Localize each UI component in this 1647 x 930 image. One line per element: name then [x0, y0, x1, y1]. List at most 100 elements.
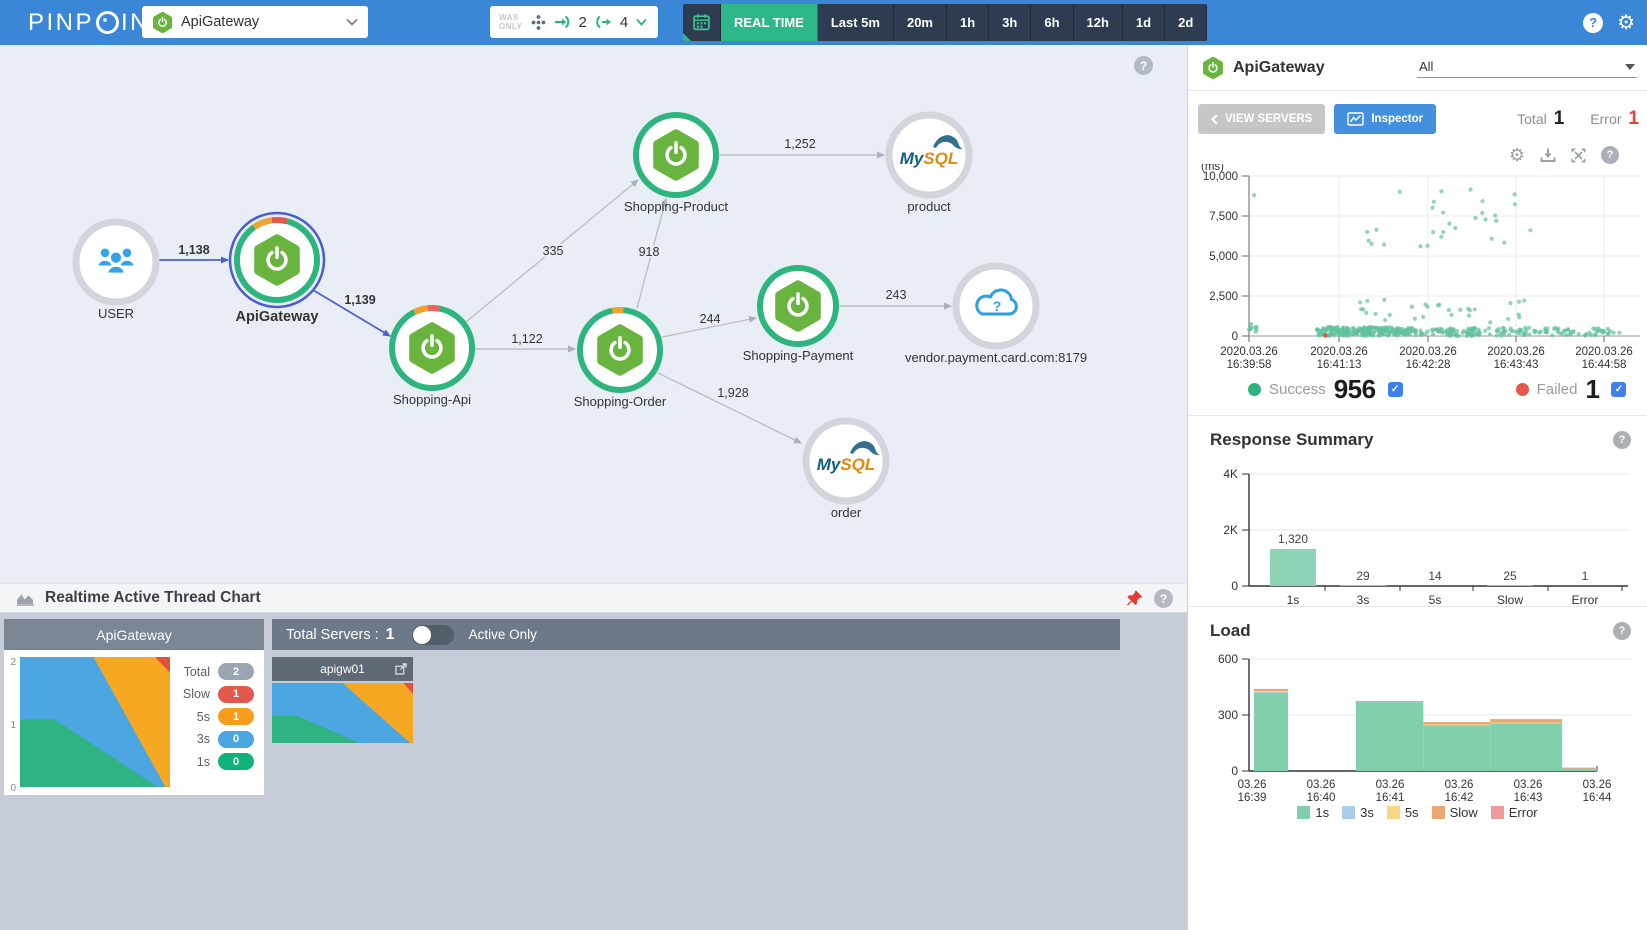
outbound-icon	[595, 14, 612, 30]
agent-filter-select[interactable]: All	[1417, 57, 1637, 78]
svg-text:14: 14	[1428, 569, 1442, 583]
svg-text:1: 1	[1582, 569, 1589, 583]
map-node-label: Shopping-Order	[574, 394, 667, 409]
failed-dot-icon	[1516, 383, 1529, 396]
load-legend-item: 5s	[1387, 805, 1419, 820]
area-chart-icon	[16, 591, 35, 606]
inspector-button[interactable]: Inspector	[1334, 104, 1436, 134]
svg-text:2020.03.26: 2020.03.26	[1220, 346, 1278, 358]
svg-text:16:39:58: 16:39:58	[1227, 359, 1272, 370]
active-only-toggle[interactable]	[412, 625, 454, 645]
map-node-order[interactable]: MySQL	[806, 421, 886, 501]
inbound-count: 2	[579, 14, 587, 31]
response-summary-chart: 4K2K01,3201s293s145s25Slow1Error	[1188, 454, 1647, 606]
svg-text:MySQL: MySQL	[900, 149, 959, 168]
servermap-help-icon[interactable]: ?	[1134, 56, 1153, 75]
svg-text:2,500: 2,500	[1209, 291, 1238, 303]
time-range-1h[interactable]: 1h	[947, 4, 989, 41]
logo-target-icon	[96, 11, 119, 34]
map-edge-label: 1,252	[784, 137, 815, 151]
legend-swatch-icon	[1432, 806, 1445, 819]
svg-text:(ms): (ms)	[1201, 164, 1224, 173]
scatter-settings-icon[interactable]: ⚙	[1509, 146, 1525, 164]
map-node-Shopping-Order[interactable]	[580, 310, 660, 390]
svg-text:16:44:58: 16:44:58	[1582, 359, 1627, 370]
was-only-filter[interactable]: WASONLY 2 4	[490, 6, 658, 38]
realtime-thread-body: ApiGateway 210 Total2Slow15s13s01s0 Tota…	[0, 613, 1187, 930]
response-scatter-chart[interactable]: 10,0007,5005,0002,5000(ms)2020.03.2616:3…	[1188, 164, 1647, 370]
svg-text:2020.03.26: 2020.03.26	[1399, 346, 1457, 358]
total-servers-label: Total Servers :	[286, 627, 379, 643]
svg-text:2K: 2K	[1223, 523, 1238, 537]
map-edge-label: 1,928	[717, 386, 748, 400]
svg-text:0: 0	[1232, 331, 1238, 343]
response-summary-help-icon[interactable]: ?	[1613, 431, 1631, 449]
thread-legend-row: 1s0	[172, 753, 254, 770]
active-thread-chart: 210	[4, 655, 172, 791]
svg-text:2020.03.26: 2020.03.26	[1310, 346, 1368, 358]
load-header: Load ?	[1188, 607, 1647, 645]
legend-swatch-icon	[1491, 806, 1504, 819]
server-map-canvas[interactable]: 1,1381,1393351,1229181,2522442431,928USE…	[0, 45, 1187, 583]
server-name: apigw01	[320, 662, 365, 676]
legend-swatch-icon	[1297, 806, 1310, 819]
svg-text:5s: 5s	[1429, 593, 1442, 606]
map-node-Shopping-Api[interactable]	[392, 308, 472, 388]
map-node-label: USER	[98, 306, 134, 321]
map-node-USER[interactable]	[76, 222, 156, 302]
svg-text:03.26: 03.26	[1376, 779, 1405, 791]
load-legend-item: Slow	[1432, 805, 1478, 820]
scatter-help-icon[interactable]: ?	[1601, 146, 1619, 164]
total-servers-bar: Total Servers : 1 Active Only	[272, 619, 1120, 650]
thread-legend-row: Slow1	[172, 686, 254, 703]
svg-text:3s: 3s	[1357, 593, 1370, 606]
gear-icon[interactable]: ⚙	[1617, 13, 1635, 33]
realtime-help-icon[interactable]: ?	[1154, 589, 1173, 608]
map-node-Shopping-Product[interactable]	[636, 115, 716, 195]
thread-chart-panel: ApiGateway 210 Total2Slow15s13s01s0	[4, 619, 264, 795]
time-range-12h[interactable]: 12h	[1074, 4, 1123, 41]
load-chart: 600300003.2616:3903.2616:4003.2616:4103.…	[1188, 645, 1647, 803]
map-node-Shopping-Payment[interactable]	[760, 268, 836, 344]
time-range-3h[interactable]: 3h	[989, 4, 1031, 41]
help-icon[interactable]: ?	[1583, 13, 1603, 33]
map-node-product[interactable]: MySQL	[889, 115, 969, 195]
map-node-ApiGateway[interactable]	[230, 213, 324, 307]
time-range-20m[interactable]: 20m	[894, 4, 947, 41]
map-edge-label: 335	[543, 244, 564, 258]
load-help-icon[interactable]: ?	[1613, 622, 1631, 640]
svg-text:03.26: 03.26	[1583, 779, 1612, 791]
application-selector[interactable]: ApiGateway	[142, 6, 368, 38]
svg-text:03.26: 03.26	[1445, 779, 1474, 791]
main-area: 1,1381,1393351,1229181,2522442431,928USE…	[0, 45, 1187, 930]
toggle-knob	[413, 626, 431, 644]
time-range-6h[interactable]: 6h	[1031, 4, 1073, 41]
pin-icon[interactable]	[1126, 590, 1143, 607]
download-icon[interactable]	[1540, 147, 1556, 163]
calendar-button[interactable]	[683, 4, 721, 41]
time-range-2d[interactable]: 2d	[1165, 4, 1207, 41]
time-range-1d[interactable]: 1d	[1123, 4, 1165, 41]
fullscreen-icon[interactable]	[1571, 148, 1586, 163]
springboot-icon	[1202, 57, 1224, 79]
failed-checkbox[interactable]: ✓	[1611, 382, 1626, 397]
response-summary-title: Response Summary	[1210, 430, 1373, 450]
navbar: PINPINT ApiGateway WASONLY 2 4 REAL TIME…	[0, 0, 1647, 45]
thread-count-pill: 1	[218, 686, 254, 703]
load-legend-item: Error	[1491, 805, 1538, 820]
realtime-thread-header: Realtime Active Thread Chart ?	[0, 583, 1187, 613]
active-only-label: Active Only	[469, 627, 537, 642]
thread-legend-row: 5s1	[172, 708, 254, 725]
view-servers-button[interactable]: VIEW SERVERS	[1198, 104, 1325, 134]
success-checkbox[interactable]: ✓	[1388, 382, 1403, 397]
svg-text:?: ?	[993, 298, 1002, 314]
external-link-icon[interactable]	[395, 663, 407, 675]
time-range-last-5m[interactable]: Last 5m	[818, 4, 894, 41]
svg-text:16:42: 16:42	[1445, 792, 1474, 803]
map-node-label: ApiGateway	[236, 309, 319, 325]
server-tile[interactable]: apigw01	[272, 657, 413, 745]
svg-text:16:39: 16:39	[1238, 792, 1267, 803]
response-summary-header: Response Summary ?	[1188, 416, 1647, 454]
time-range-real-time[interactable]: REAL TIME	[721, 4, 818, 41]
map-node-vendor.payment.card.com:8179[interactable]: ?	[956, 266, 1036, 346]
